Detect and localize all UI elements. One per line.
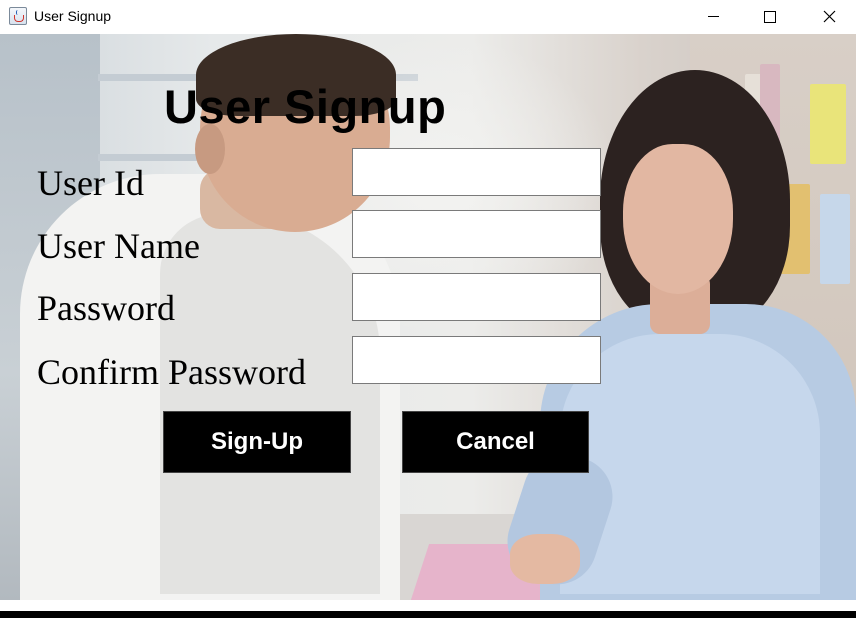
java-cup-icon (9, 7, 27, 25)
minimize-button[interactable] (690, 0, 736, 33)
confirm-password-input[interactable] (352, 336, 601, 384)
window-bottom-border (0, 611, 856, 618)
user-id-label: User Id (37, 163, 144, 203)
password-input[interactable] (352, 273, 601, 321)
cancel-button[interactable]: Cancel (402, 411, 589, 473)
user-name-input[interactable] (352, 210, 601, 258)
minimize-icon (707, 16, 719, 17)
user-id-input[interactable] (352, 148, 601, 196)
signup-button[interactable]: Sign-Up (163, 411, 351, 473)
user-name-label: User Name (37, 226, 200, 266)
maximize-icon (764, 10, 776, 23)
confirm-password-label: Confirm Password (37, 352, 306, 392)
close-button[interactable] (806, 0, 852, 33)
password-label: Password (37, 288, 176, 328)
window-title-bar[interactable]: User Signup (0, 0, 856, 33)
form-title: User Signup (164, 80, 447, 133)
maximize-button[interactable] (747, 0, 793, 33)
window-title: User Signup (34, 8, 112, 24)
close-icon (823, 10, 835, 23)
